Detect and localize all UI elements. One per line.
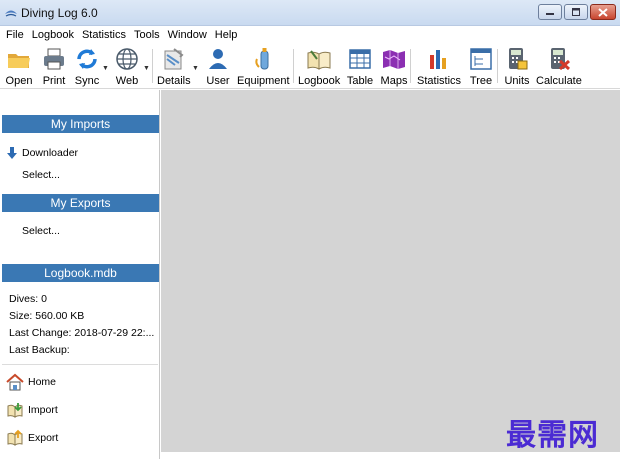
statistics-button[interactable]: Statistics [417, 45, 461, 87]
title-bar[interactable]: Diving Log 6.0 [0, 0, 620, 26]
folder-icon [8, 54, 30, 68]
exports-header[interactable]: My Exports [2, 194, 159, 212]
exports-select-link[interactable]: Select... [22, 225, 60, 237]
downloader-item[interactable]: Downloader [6, 147, 78, 159]
user-icon [209, 49, 227, 69]
import-nav-item[interactable]: Import [6, 401, 58, 419]
menu-window[interactable]: Window [168, 29, 207, 41]
details-dropdown-icon[interactable]: ▼ [192, 65, 199, 72]
book-icon [307, 50, 331, 70]
maximize-button[interactable] [564, 4, 588, 20]
menu-statistics[interactable]: Statistics [82, 29, 126, 41]
toolbar-separator [293, 49, 294, 83]
sync-button[interactable]: Sync [73, 45, 101, 87]
toolbar-separator [410, 49, 411, 83]
sync-dropdown-icon[interactable]: ▼ [102, 65, 109, 72]
toolbar-separator [497, 49, 498, 83]
maximize-icon [572, 8, 580, 16]
user-button[interactable]: User [204, 45, 232, 87]
minimize-button[interactable] [538, 4, 562, 20]
export-book-icon [7, 429, 23, 446]
menu-file[interactable]: File [6, 29, 24, 41]
workspace-area[interactable] [161, 90, 620, 452]
sidebar-divider [2, 364, 158, 365]
printer-icon [44, 48, 64, 70]
close-button[interactable] [590, 4, 616, 20]
globe-icon [116, 48, 138, 70]
imports-header[interactable]: My Imports [2, 115, 159, 133]
calculate-button[interactable]: Calculate [536, 45, 582, 87]
dives-count: Dives: 0 [9, 293, 47, 305]
logbook-button[interactable]: Logbook [298, 45, 340, 87]
maps-button[interactable]: Maps [380, 45, 408, 87]
details-button[interactable]: Details [157, 45, 191, 87]
db-size: Size: 560.00 KB [9, 310, 85, 322]
down-arrow-icon [7, 147, 17, 159]
close-icon [598, 7, 608, 17]
equipment-button[interactable]: Equipment [237, 45, 290, 87]
database-header[interactable]: Logbook.mdb [2, 264, 159, 282]
web-button[interactable]: Web [113, 45, 141, 87]
home-icon [6, 373, 24, 391]
table-icon [349, 49, 371, 69]
last-change: Last Change: 2018-07-29 22:... [9, 327, 155, 339]
details-icon [164, 48, 184, 70]
menu-tools[interactable]: Tools [134, 29, 160, 41]
calculator-icon [550, 48, 570, 71]
toolbar-separator [152, 49, 153, 83]
units-calculator-icon [509, 48, 528, 70]
open-button[interactable]: Open [5, 45, 33, 87]
units-button[interactable]: Units [503, 45, 531, 87]
map-icon [383, 50, 405, 69]
scuba-tank-icon [255, 48, 269, 70]
table-button[interactable]: Table [346, 45, 374, 87]
minimize-icon [546, 13, 554, 15]
web-dropdown-icon[interactable]: ▼ [143, 65, 150, 72]
menu-help[interactable]: Help [215, 29, 238, 41]
tree-button[interactable]: Tree [467, 45, 495, 87]
home-nav-item[interactable]: Home [6, 373, 56, 391]
menu-bar: File Logbook Statistics Tools Window Hel… [0, 26, 620, 43]
sidebar: My Imports Downloader Select... My Expor… [0, 90, 160, 459]
sync-icon [77, 49, 97, 69]
bar-chart-icon [430, 50, 446, 69]
window-title: Diving Log 6.0 [21, 6, 98, 20]
print-button[interactable]: Print [40, 45, 68, 87]
imports-select-link[interactable]: Select... [22, 169, 60, 181]
import-book-icon [7, 403, 23, 418]
toolbar: Open Print Sync ▼ Web ▼ Details ▼ User E… [0, 43, 620, 89]
app-logo-icon [5, 10, 17, 17]
last-backup: Last Backup: [9, 344, 70, 356]
export-nav-item[interactable]: Export [6, 429, 58, 447]
menu-logbook[interactable]: Logbook [32, 29, 74, 41]
tree-view-icon [470, 48, 492, 70]
watermark-text: 最需网 [506, 418, 599, 453]
